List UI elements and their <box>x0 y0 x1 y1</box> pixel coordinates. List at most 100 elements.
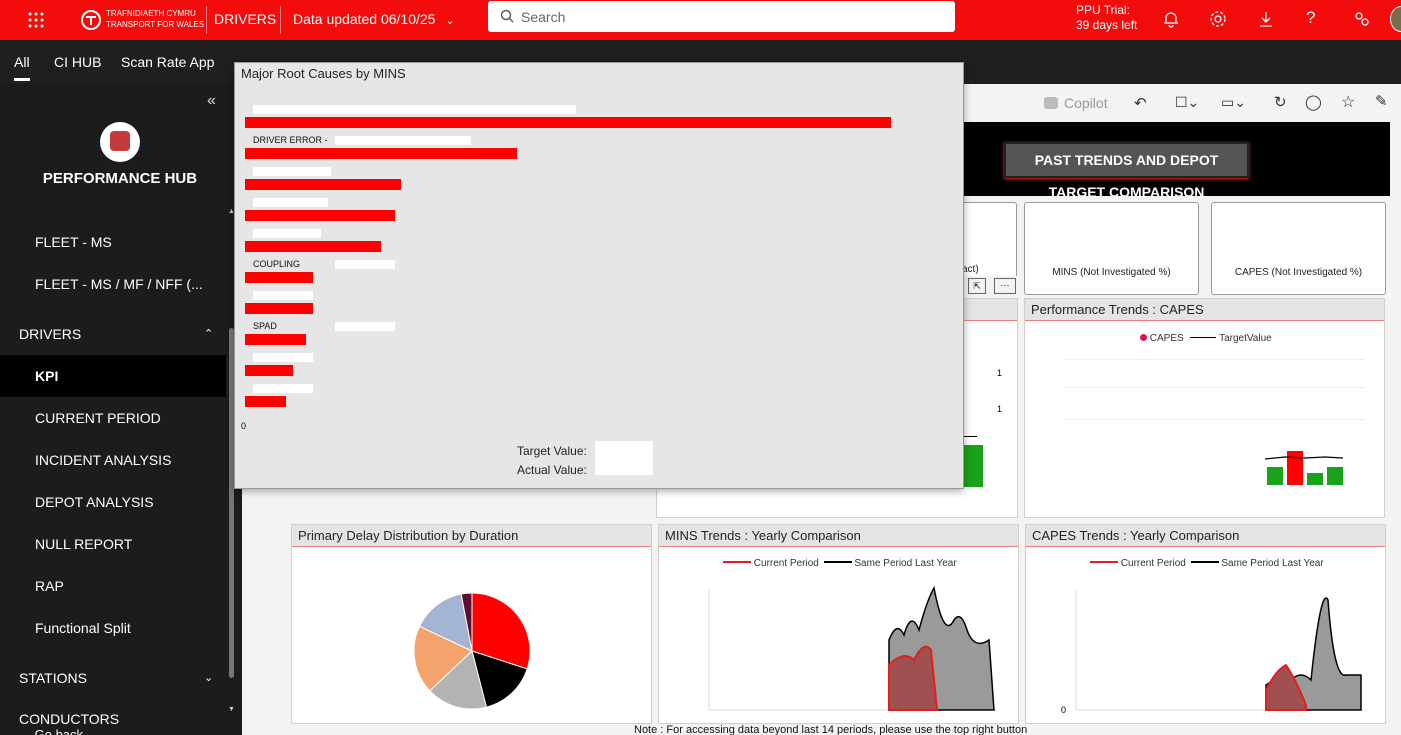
avatar[interactable] <box>1390 6 1401 32</box>
kpi-card-capes-not-investigated[interactable]: CAPES (Not Investigated %) <box>1211 202 1386 295</box>
redacted-label-mask <box>335 260 395 269</box>
root-cause-bar[interactable] <box>245 365 293 376</box>
kpi-card-mins-not-investigated[interactable]: MINS (Not Investigated %) <box>1024 202 1199 295</box>
footer-note: Note : For accessing data beyond last 14… <box>634 724 1028 735</box>
sidebar-item-label: NULL REPORT <box>35 536 133 552</box>
trial-line-2: 39 days left <box>1076 18 1138 32</box>
y-tick: 1 <box>997 368 1003 378</box>
actual-value-label: Actual Value: <box>517 463 587 477</box>
tile-title: CAPES Trends : Yearly Comparison <box>1026 525 1385 547</box>
app-launcher-icon[interactable] <box>26 10 46 30</box>
focus-mode-icon[interactable]: ⇱ <box>968 278 986 294</box>
root-cause-bar[interactable] <box>245 272 313 283</box>
grid-line <box>1065 419 1365 420</box>
tab-ci-hub[interactable]: CI HUB <box>54 54 101 70</box>
refresh-icon[interactable]: ↻ <box>1274 93 1287 111</box>
sidebar-item-null-report[interactable]: NULL REPORT <box>0 523 226 565</box>
sidebar-item-label: CONDUCTORS <box>19 711 120 727</box>
sidebar-item-label: FLEET - MS <box>35 234 112 250</box>
sidebar-title: PERFORMANCE HUB <box>42 170 198 187</box>
tab-all[interactable]: All <box>14 54 30 70</box>
target-line <box>1265 456 1344 460</box>
chevron-down-icon: ⌄ <box>204 672 214 684</box>
root-cause-bar[interactable] <box>245 303 313 314</box>
kpi-card-caption: MINS (Not Investigated %) <box>1052 267 1171 278</box>
copilot-button[interactable]: Copilot <box>1044 95 1108 111</box>
gear-icon[interactable] <box>1209 10 1227 33</box>
sidebar-item-rap[interactable]: RAP <box>0 565 226 607</box>
redacted-label-mask <box>253 384 313 393</box>
collapse-sidebar-icon[interactable]: « <box>207 92 216 110</box>
sidebar-item-label: CURRENT PERIOD <box>35 410 161 426</box>
bell-icon[interactable] <box>1162 10 1180 33</box>
view-icon[interactable]: ▭⌄ <box>1221 94 1246 111</box>
sidebar-item-drivers[interactable]: DRIVERS ⌃ <box>0 313 226 355</box>
sidebar-item-label: INCIDENT ANALYSIS <box>35 452 172 468</box>
sidebar-item-functional-split[interactable]: Functional Split <box>0 607 226 649</box>
sidebar-item-depot-analysis[interactable]: DEPOT ANALYSIS <box>0 481 226 523</box>
kpi-card-caption: act) <box>962 264 979 275</box>
root-cause-bar[interactable] <box>245 334 307 345</box>
help-icon[interactable]: ? <box>1306 8 1315 28</box>
redacted-label-mask <box>335 322 395 331</box>
tile-mins-yearly-comparison[interactable]: MINS Trends : Yearly Comparison Current … <box>658 524 1019 724</box>
go-back-link[interactable]: ← Go back <box>18 727 83 735</box>
legend-current-label: Current Period <box>753 558 819 569</box>
share-icon[interactable] <box>1353 10 1371 33</box>
bar-label: DRIVER ERROR - <box>253 135 328 145</box>
root-cause-bar[interactable] <box>245 117 891 128</box>
scroll-down-icon[interactable]: ▼ <box>228 706 235 713</box>
legend-red-line-icon <box>723 561 751 563</box>
capes-yearly-area-chart[interactable] <box>1066 580 1376 720</box>
edit-icon[interactable]: ✎ <box>1375 92 1388 110</box>
legend-red-line-icon <box>1090 561 1118 563</box>
legend-dot-icon <box>1140 334 1147 341</box>
divider <box>206 6 207 34</box>
root-cause-bar[interactable] <box>245 241 381 252</box>
hub-logo <box>100 122 140 162</box>
download-icon[interactable] <box>1257 10 1275 33</box>
sidebar-item-fleet-ms[interactable]: FLEET - MS <box>0 221 226 263</box>
tooltip-title: Major Root Causes by MINS <box>241 66 406 81</box>
root-cause-bar[interactable] <box>245 179 402 190</box>
search-box[interactable]: Search <box>488 1 955 32</box>
bar-green <box>1327 467 1343 485</box>
data-updated-dropdown[interactable]: Data updated 06/10/25 ⌄ <box>293 11 455 27</box>
trial-line-1: PPU Trial: <box>1076 3 1131 17</box>
more-options-icon[interactable]: ··· <box>994 278 1016 294</box>
bookmark-icon[interactable]: ☐⌄ <box>1175 94 1199 111</box>
tab-scan-rate-app[interactable]: Scan Rate App <box>121 54 214 70</box>
sidebar-item-label: Functional Split <box>35 620 131 636</box>
bar-label: COUPLING <box>253 259 301 269</box>
sidebar-item-fleet-ms-mf-nff[interactable]: FLEET - MS / MF / NFF (... <box>0 263 226 305</box>
search-icon <box>500 9 514 23</box>
sidebar-item-kpi[interactable]: KPI <box>0 355 226 397</box>
mins-yearly-legend: Current Period Same Period Last Year <box>723 558 957 569</box>
star-icon[interactable]: ☆ <box>1341 92 1355 112</box>
mins-yearly-area-chart[interactable] <box>699 580 1009 720</box>
y-tick: 1 <box>997 404 1003 414</box>
past-trends-button[interactable]: PAST TRENDS AND DEPOT TARGET COMPARISON <box>1004 142 1249 200</box>
redacted-label-mask <box>335 136 471 145</box>
root-cause-bar[interactable] <box>245 210 395 221</box>
y-tick: 0 <box>1061 705 1067 715</box>
sidebar-item-current-period[interactable]: CURRENT PERIOD <box>0 397 226 439</box>
sidebar-item-stations[interactable]: STATIONS ⌄ <box>0 657 226 699</box>
tile-capes-yearly-comparison[interactable]: CAPES Trends : Yearly Comparison Current… <box>1025 524 1386 724</box>
workspace-label[interactable]: DRIVERS <box>214 11 276 27</box>
trial-status[interactable]: PPU Trial: 39 days left <box>1076 3 1137 33</box>
root-cause-bar[interactable] <box>245 396 286 407</box>
pie-chart[interactable] <box>410 589 534 713</box>
undo-icon[interactable]: ↶ <box>1134 94 1147 112</box>
target-line <box>963 436 977 437</box>
comment-icon[interactable]: ◯ <box>1305 93 1322 111</box>
tile-primary-delay-distribution[interactable]: Primary Delay Distribution by Duration <box>291 524 652 724</box>
divider <box>280 6 281 34</box>
brand-line-1: TRAFNIDIAETH CYMRU <box>106 9 196 18</box>
visual-options-bar: ⇱ ··· <box>964 276 1020 296</box>
sidebar-item-label: STATIONS <box>19 670 87 686</box>
root-cause-bar[interactable] <box>245 148 517 159</box>
tile-performance-trends-capes[interactable]: Performance Trends : CAPES CAPES TargetV… <box>1024 298 1385 518</box>
sidebar-item-incident-analysis[interactable]: INCIDENT ANALYSIS <box>0 439 226 481</box>
bar-green <box>1267 467 1283 485</box>
